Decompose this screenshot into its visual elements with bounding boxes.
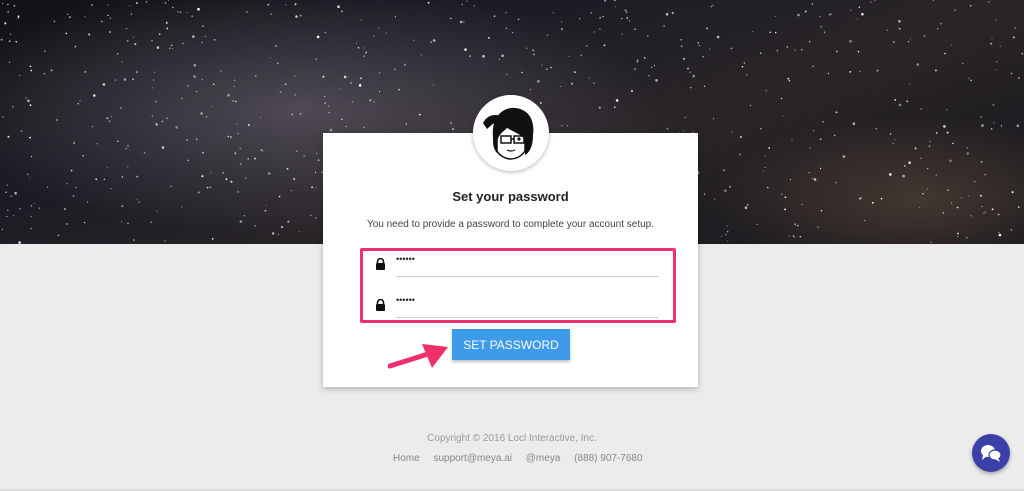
password-input[interactable]: •••••• bbox=[396, 254, 415, 264]
arrow-icon bbox=[388, 344, 448, 369]
confirm-password-input[interactable]: •••••• bbox=[396, 295, 415, 305]
avatar bbox=[473, 95, 549, 171]
footer-link-phone[interactable]: (888) 907-7680 bbox=[574, 453, 642, 464]
chat-icon bbox=[981, 445, 1002, 462]
chat-launcher-button[interactable] bbox=[972, 434, 1010, 472]
lock-icon bbox=[376, 299, 385, 311]
footer-links: Home support@meya.ai @meya (888) 907-768… bbox=[393, 453, 654, 464]
confirm-password-field[interactable]: •••••• bbox=[375, 294, 658, 318]
page-title: Set your password bbox=[452, 189, 569, 204]
avatar-girl-icon bbox=[473, 95, 549, 171]
set-password-button[interactable]: SET PASSWORD bbox=[452, 329, 570, 360]
instruction-text: You need to provide a password to comple… bbox=[366, 219, 655, 230]
footer-link-twitter[interactable]: @meya bbox=[526, 453, 561, 464]
footer-link-support-email[interactable]: support@meya.ai bbox=[433, 453, 512, 464]
input-underline bbox=[396, 276, 658, 277]
footer-link-home[interactable]: Home bbox=[393, 453, 420, 464]
input-underline bbox=[396, 317, 658, 318]
lock-icon bbox=[376, 258, 385, 270]
password-field[interactable]: •••••• bbox=[375, 253, 658, 277]
copyright-text: Copyright © 2016 Locl Interactive, Inc. bbox=[427, 433, 597, 444]
